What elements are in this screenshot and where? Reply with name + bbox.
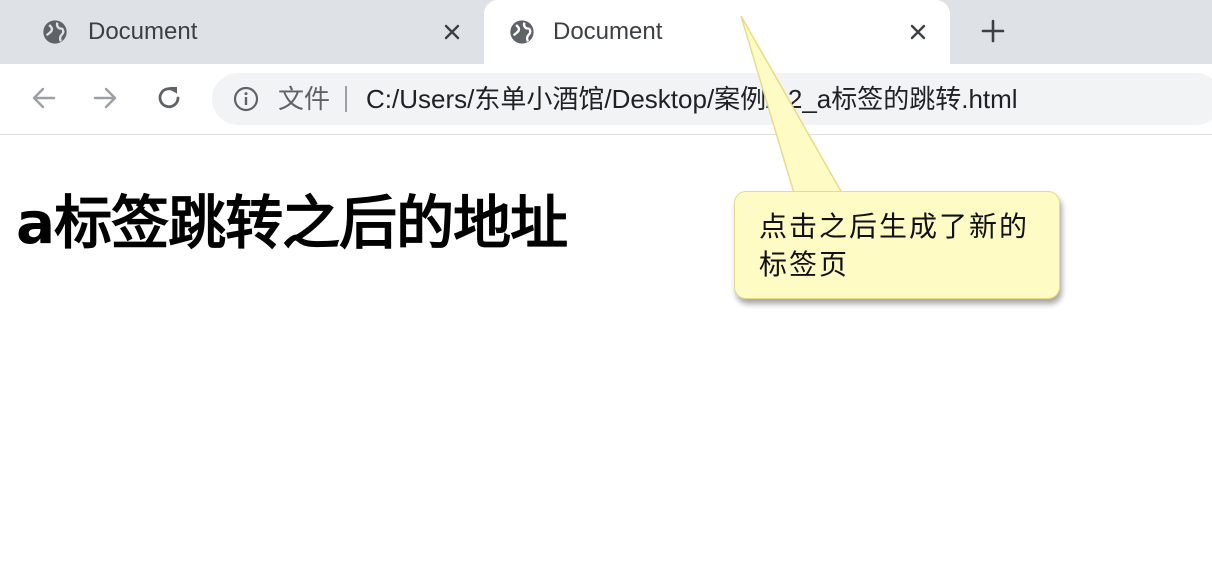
tab-strip: Document Document (0, 0, 1212, 64)
globe-icon (510, 20, 534, 44)
new-tab-button[interactable] (976, 14, 1010, 48)
close-tab-button[interactable] (438, 18, 466, 46)
annotation-text: 点击之后生成了新的标签页 (759, 210, 1030, 281)
close-icon (910, 24, 926, 40)
close-tab-button[interactable] (904, 18, 932, 46)
forward-arrow-icon (93, 87, 117, 109)
tab-title: Document (553, 18, 663, 45)
tab-document-2[interactable]: Document (484, 0, 950, 64)
forward-button[interactable] (87, 80, 123, 116)
plus-icon (981, 19, 1005, 43)
reload-icon (158, 87, 180, 109)
reload-button[interactable] (151, 80, 187, 116)
tab-title: Document (88, 18, 198, 45)
separator (345, 86, 347, 112)
globe-icon (43, 20, 67, 44)
tab-document-1[interactable]: Document (0, 0, 484, 64)
annotation-callout: 点击之后生成了新的标签页 (734, 191, 1060, 299)
url-text[interactable]: C:/Users/东单小酒馆/Desktop/案例/12_a标签的跳转.html (366, 83, 1018, 115)
address-bar[interactable]: 文件 C:/Users/东单小酒馆/Desktop/案例/12_a标签的跳转.h… (212, 73, 1212, 125)
browser-toolbar: 文件 C:/Users/东单小酒馆/Desktop/案例/12_a标签的跳转.h… (0, 64, 1212, 135)
back-button[interactable] (26, 80, 62, 116)
close-icon (444, 24, 460, 40)
back-arrow-icon (32, 87, 56, 109)
info-icon[interactable] (232, 85, 260, 113)
scheme-label: 文件 (278, 84, 331, 114)
page-heading: a标签跳转之后的地址 (16, 189, 568, 257)
